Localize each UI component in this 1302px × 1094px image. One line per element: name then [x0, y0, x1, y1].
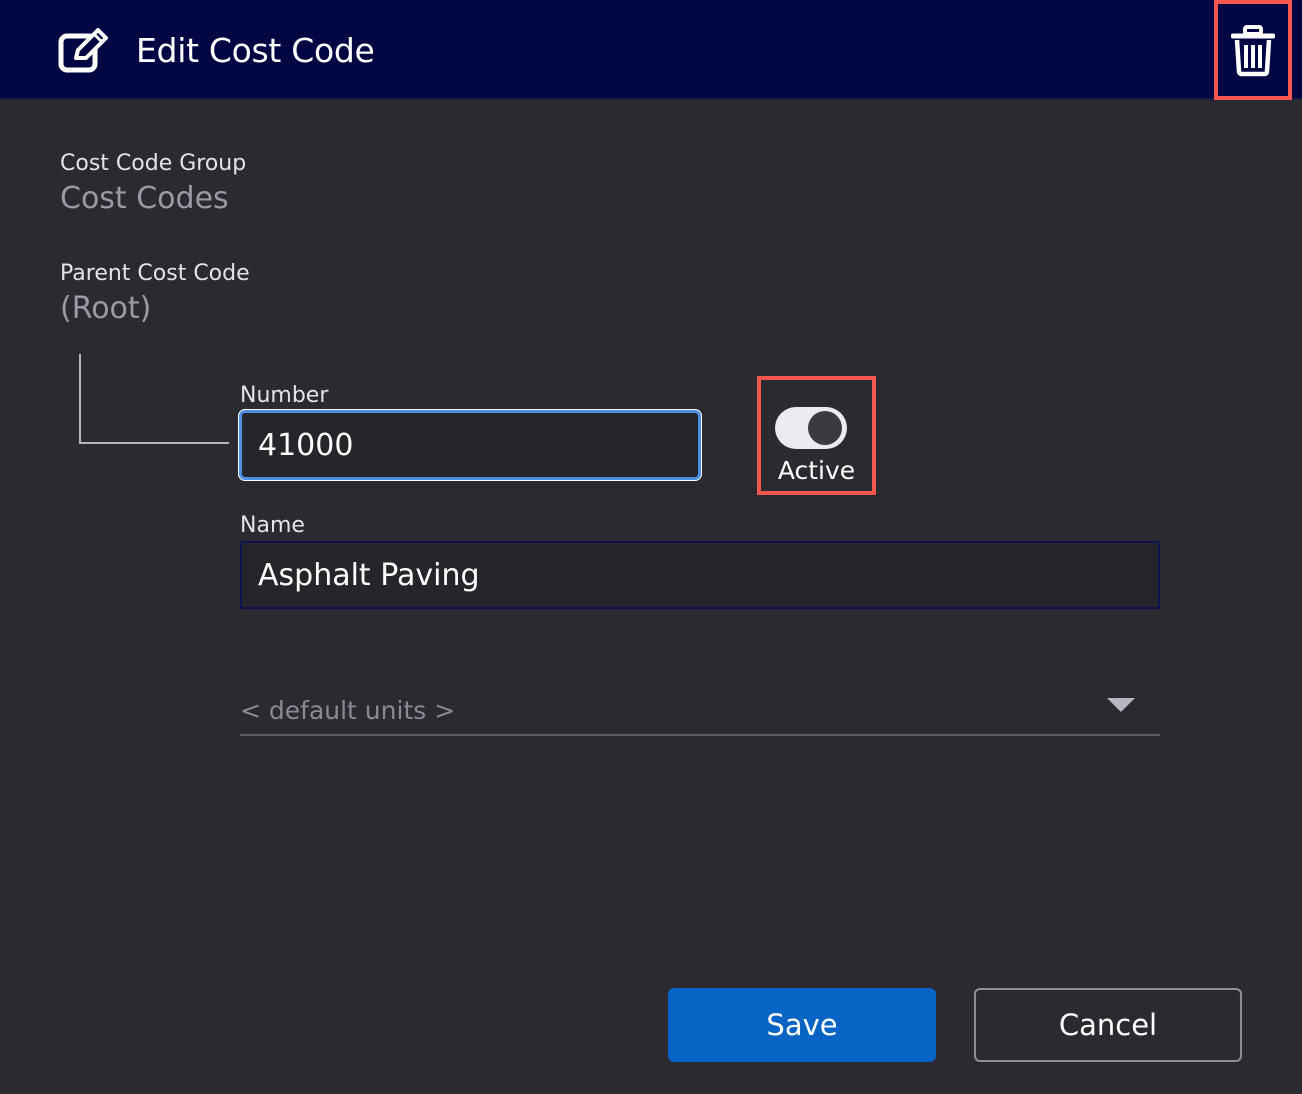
cost-code-group-value: Cost Codes — [60, 181, 229, 216]
save-button[interactable]: Save — [668, 988, 936, 1062]
name-input[interactable] — [240, 541, 1160, 609]
delete-button[interactable] — [1214, 0, 1292, 100]
toggle-knob — [808, 411, 842, 445]
default-units-placeholder: < default units > — [240, 696, 456, 725]
parent-cost-code-value: (Root) — [60, 291, 152, 326]
default-units-select[interactable]: < default units > — [240, 690, 1160, 736]
number-input[interactable] — [239, 410, 701, 480]
hierarchy-connector — [79, 354, 229, 444]
number-label: Number — [240, 383, 329, 408]
name-label: Name — [240, 513, 305, 538]
active-toggle-group: Active — [757, 376, 876, 495]
cancel-button[interactable]: Cancel — [974, 988, 1242, 1062]
edit-icon — [58, 28, 108, 73]
edit-cost-code-dialog: Edit Cost Code Cost Code Group Cost Code… — [0, 0, 1302, 1094]
dialog-title: Edit Cost Code — [136, 31, 375, 70]
active-label: Active — [777, 456, 856, 485]
dialog-header: Edit Cost Code — [0, 0, 1302, 100]
trash-icon — [1231, 25, 1275, 77]
parent-cost-code-label: Parent Cost Code — [60, 261, 250, 286]
chevron-down-icon — [1107, 698, 1135, 712]
active-toggle[interactable] — [775, 407, 847, 449]
cost-code-group-label: Cost Code Group — [60, 151, 247, 176]
